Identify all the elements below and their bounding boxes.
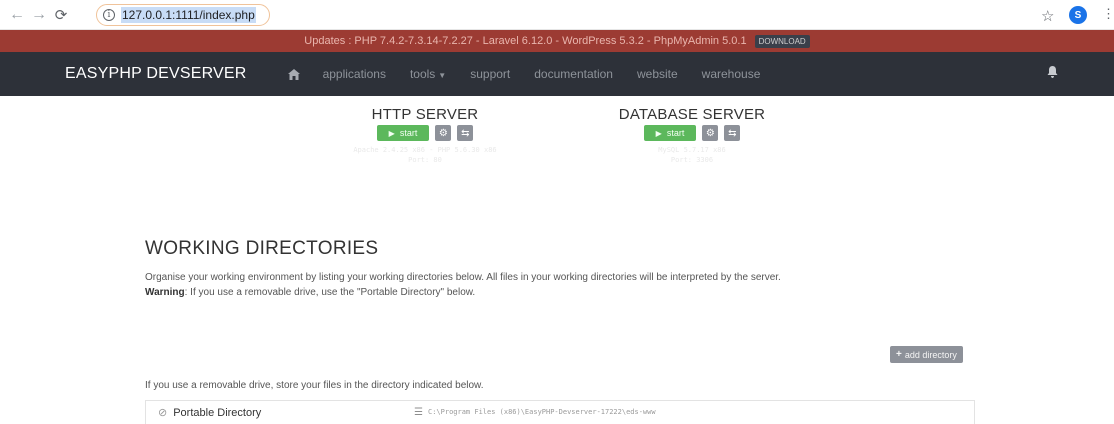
gear-icon: ⚙ [705, 127, 715, 139]
http-switch-button[interactable]: ⇆ [457, 125, 474, 141]
portable-directory-row: ⊘ Portable Directory ☰ C:\Program Files … [145, 400, 975, 424]
warning-text: : If you use a removable drive, use the … [184, 287, 476, 298]
database-server-title: DATABASE SERVER [618, 106, 766, 123]
disabled-icon: ⊘ [158, 407, 168, 419]
http-start-label: start [399, 128, 418, 138]
add-directory-label: add directory [904, 349, 957, 360]
database-server-controls: ▶ start ⚙ ⇆ [582, 125, 802, 141]
nav-warehouse[interactable]: warehouse [702, 67, 761, 81]
database-start-button[interactable]: ▶ start [643, 125, 697, 141]
http-server-title: HTTP SERVER [371, 106, 479, 123]
download-button[interactable]: DOWNLOAD [754, 34, 810, 48]
http-server-version: Apache 2.4.25 x86 - PHP 5.6.30 x86 [353, 146, 497, 154]
info-icon[interactable]: i [103, 9, 115, 21]
http-server-info: Apache 2.4.25 x86 - PHP 5.6.30 x86 Port:… [315, 145, 535, 165]
nav-documentation[interactable]: documentation [534, 67, 613, 81]
working-directories-section: WORKING DIRECTORIES Organise your workin… [145, 238, 975, 424]
working-directories-description: Organise your working environment by lis… [145, 270, 975, 300]
http-server: HTTP SERVER ▶ start ⚙ ⇆ Apache 2.4.25 x86… [315, 106, 535, 165]
brand-logo[interactable]: EASYPHP DEVSERVER [65, 65, 247, 83]
portable-directory-path[interactable]: C:\Program Files (x86)\EasyPHP-Devserver… [428, 408, 656, 416]
database-settings-button[interactable]: ⚙ [702, 125, 719, 141]
forward-arrow-icon[interactable]: → [28, 4, 50, 26]
working-directories-title: WORKING DIRECTORIES [145, 238, 379, 259]
browser-toolbar: ← → ⟳ i 127.0.0.1:1111/index.php ☆ S ⋮ [0, 0, 1114, 30]
removable-drive-note: If you use a removable drive, store your… [145, 380, 484, 391]
database-server: DATABASE SERVER ▶ start ⚙ ⇆ MySQL 5.7.17 … [582, 106, 802, 165]
play-icon: ▶ [388, 128, 395, 138]
reload-icon[interactable]: ⟳ [50, 4, 72, 26]
add-directory-button[interactable]: + add directory [890, 346, 963, 363]
http-server-controls: ▶ start ⚙ ⇆ [315, 125, 535, 141]
update-banner: Updates : PHP 7.4.2-7.3.14-7.2.27 - Lara… [0, 30, 1114, 52]
http-server-port: Port: 80 [408, 156, 442, 164]
address-bar[interactable]: i 127.0.0.1:1111/index.php [96, 4, 270, 26]
url-text[interactable]: 127.0.0.1:1111/index.php [121, 7, 256, 23]
home-icon[interactable] [287, 67, 301, 81]
warning-line: Warning: If you use a removable drive, u… [145, 285, 975, 300]
nav-website[interactable]: website [637, 67, 678, 81]
menu-kebab-icon[interactable]: ⋮ [1102, 6, 1114, 22]
database-server-version: MySQL 5.7.17 x86 [658, 146, 726, 154]
servers-panel: HTTP SERVER ▶ start ⚙ ⇆ Apache 2.4.25 x86… [0, 96, 1114, 206]
plus-icon: + [896, 349, 902, 360]
warning-label: Warning [145, 287, 185, 298]
list-icon: ☰ [414, 407, 423, 418]
bell-icon[interactable] [1047, 66, 1058, 81]
main-navbar: EASYPHP DEVSERVER applications tools ▼ su… [0, 52, 1114, 96]
database-start-label: start [666, 128, 685, 138]
exchange-icon: ⇆ [728, 127, 737, 139]
caret-down-icon: ▼ [438, 71, 447, 80]
database-server-port: Port: 3306 [670, 156, 714, 164]
back-arrow-icon[interactable]: ← [6, 4, 28, 26]
nav-support[interactable]: support [470, 67, 510, 81]
nav-applications[interactable]: applications [323, 67, 386, 81]
portable-directory-label: Portable Directory [173, 406, 262, 419]
nav-tools-label: tools [409, 67, 436, 81]
profile-avatar[interactable]: S [1069, 6, 1087, 24]
http-start-button[interactable]: ▶ start [376, 125, 430, 141]
exchange-icon: ⇆ [461, 127, 470, 139]
database-server-info: MySQL 5.7.17 x86 Port: 3306 [582, 145, 802, 165]
description-text: Organise your working environment by lis… [145, 272, 781, 283]
gear-icon: ⚙ [438, 127, 448, 139]
bookmark-star-icon[interactable]: ☆ [1041, 7, 1054, 25]
update-banner-text: Updates : PHP 7.4.2-7.3.14-7.2.27 - Lara… [304, 35, 747, 47]
nav-tools[interactable]: tools ▼ [410, 67, 446, 81]
play-icon: ▶ [655, 128, 662, 138]
database-switch-button[interactable]: ⇆ [724, 125, 741, 141]
http-settings-button[interactable]: ⚙ [435, 125, 452, 141]
